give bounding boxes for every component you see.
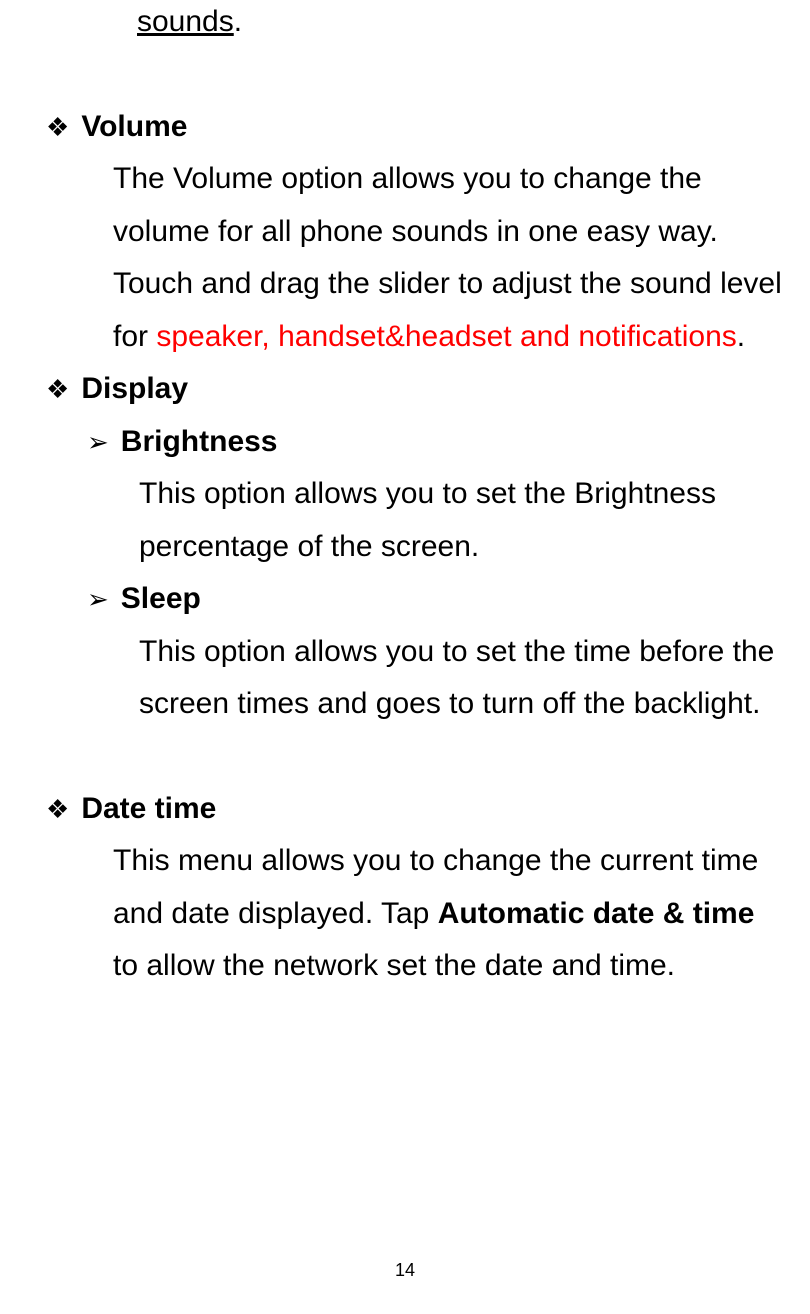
diamond-icon: ❖: [46, 101, 69, 153]
sleep-header: ➢ Sleep: [87, 573, 790, 626]
brightness-title: Brightness: [121, 416, 278, 469]
top-sounds-line: sounds.: [137, 0, 790, 49]
sleep-title: Sleep: [121, 573, 201, 626]
datetime-body: This menu allows you to change the curre…: [113, 835, 785, 993]
display-section: ❖ Display ➢ Brightness This option allow…: [20, 363, 790, 731]
datetime-text-part2: to allow the network set the date and ti…: [113, 949, 675, 982]
volume-text-red: speaker, handset&headset and notificatio…: [156, 320, 736, 353]
brightness-body: This option allows you to set the Bright…: [139, 468, 785, 573]
display-header: ❖ Display: [20, 363, 790, 416]
period: .: [234, 5, 242, 38]
page-number: 14: [395, 1255, 415, 1287]
datetime-title: Date time: [81, 783, 216, 836]
volume-body: The Volume option allows you to change t…: [113, 153, 785, 363]
diamond-icon: ❖: [46, 783, 69, 835]
volume-text-part2: .: [737, 320, 745, 353]
diamond-icon: ❖: [46, 363, 69, 415]
datetime-section: ❖ Date time This menu allows you to chan…: [20, 783, 790, 993]
display-title: Display: [81, 363, 188, 416]
sleep-body: This option allows you to set the time b…: [139, 626, 785, 731]
brightness-header: ➢ Brightness: [87, 416, 790, 469]
sounds-link-text: sounds: [137, 5, 234, 38]
volume-title: Volume: [81, 101, 187, 154]
datetime-text-bold: Automatic date & time: [438, 897, 755, 930]
volume-header: ❖ Volume: [20, 101, 790, 154]
arrow-right-icon: ➢: [87, 573, 109, 625]
datetime-header: ❖ Date time: [20, 783, 790, 836]
arrow-right-icon: ➢: [87, 416, 109, 468]
volume-section: ❖ Volume The Volume option allows you to…: [20, 101, 790, 364]
